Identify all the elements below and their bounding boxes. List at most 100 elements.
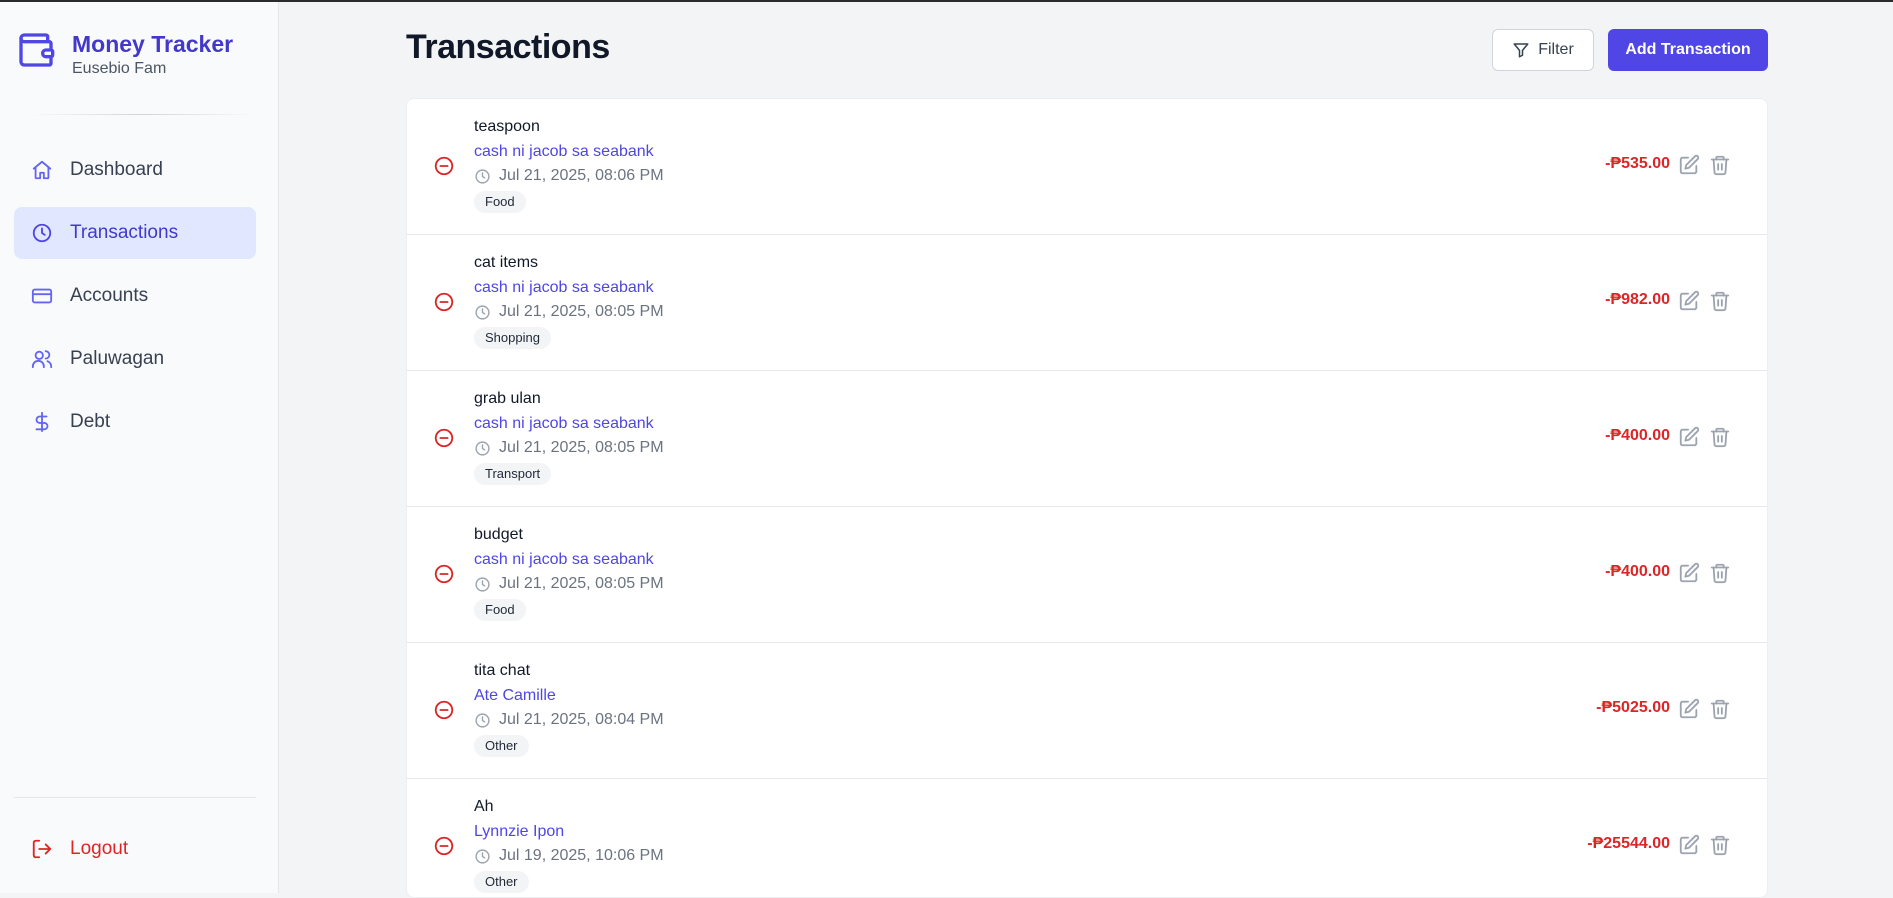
transaction-title: budget <box>474 526 523 543</box>
edit-icon[interactable] <box>1678 426 1700 448</box>
transaction-account: cash ni jacob sa seabank <box>474 279 654 296</box>
clock-icon <box>474 712 491 729</box>
clock-icon <box>31 222 53 244</box>
category-badge: Transport <box>474 463 552 485</box>
transaction-account: cash ni jacob sa seabank <box>474 551 654 568</box>
transaction-row[interactable]: tita chat Ate Camille Jul 21, 2025, 08:0… <box>407 643 1767 779</box>
sidebar-item-dashboard[interactable]: Dashboard <box>14 144 256 196</box>
trash-icon[interactable] <box>1709 290 1731 312</box>
transaction-title: teaspoon <box>474 118 540 135</box>
sidebar-item-transactions[interactable]: Transactions <box>14 207 256 259</box>
transaction-info: grab ulan cash ni jacob sa seabank Jul 2… <box>474 389 664 485</box>
category-badge: Other <box>474 871 529 893</box>
transaction-amount: -₱400.00 <box>1605 563 1670 580</box>
filter-button[interactable]: Filter <box>1492 29 1594 71</box>
transaction-date-text: Jul 21, 2025, 08:05 PM <box>499 575 664 592</box>
window-top-border <box>0 0 1893 2</box>
sidebar-item-accounts[interactable]: Accounts <box>14 270 256 322</box>
transaction-title: Ah <box>474 798 494 815</box>
filter-icon <box>1512 41 1530 59</box>
transaction-row[interactable]: budget cash ni jacob sa seabank Jul 21, … <box>407 507 1767 643</box>
workspace-name: Eusebio Fam <box>72 60 167 77</box>
transaction-amount: -₱25544.00 <box>1587 835 1670 852</box>
transaction-amount: -₱400.00 <box>1605 427 1670 444</box>
transaction-row[interactable]: Ah Lynnzie Ipon Jul 19, 2025, 10:06 PM O… <box>407 779 1767 897</box>
logout-label: Logout <box>70 838 129 859</box>
transaction-date: Jul 21, 2025, 08:04 PM <box>474 710 664 730</box>
sidebar-divider <box>14 797 256 798</box>
sidebar-item-paluwagan[interactable]: Paluwagan <box>14 333 256 385</box>
transaction-date: Jul 19, 2025, 10:06 PM <box>474 846 664 866</box>
transaction-row[interactable]: teaspoon cash ni jacob sa seabank Jul 21… <box>407 99 1767 235</box>
transaction-date-text: Jul 19, 2025, 10:06 PM <box>499 847 664 864</box>
transaction-title: tita chat <box>474 662 531 679</box>
sidebar-item-label: Dashboard <box>70 159 163 180</box>
trash-icon[interactable] <box>1709 834 1731 856</box>
edit-icon[interactable] <box>1678 698 1700 720</box>
logout-button[interactable]: Logout <box>31 838 128 860</box>
sidebar-item-label: Accounts <box>70 285 149 306</box>
transaction-date-text: Jul 21, 2025, 08:06 PM <box>499 167 664 184</box>
transaction-info: tita chat Ate Camille Jul 21, 2025, 08:0… <box>474 661 664 757</box>
users-icon <box>31 348 53 370</box>
trash-icon[interactable] <box>1709 562 1731 584</box>
expense-minus-icon <box>433 291 455 313</box>
clock-icon <box>474 168 491 185</box>
clock-icon <box>474 304 491 321</box>
category-badge: Shopping <box>474 327 551 349</box>
sidebar-item-label: Debt <box>70 411 111 432</box>
app-title: Money Tracker <box>72 31 234 57</box>
transaction-account: Lynnzie Ipon <box>474 823 565 840</box>
sidebar-item-label: Transactions <box>70 222 179 243</box>
transaction-date: Jul 21, 2025, 08:05 PM <box>474 574 664 594</box>
expense-minus-icon <box>433 563 455 585</box>
transaction-info: Ah Lynnzie Ipon Jul 19, 2025, 10:06 PM O… <box>474 797 664 893</box>
edit-icon[interactable] <box>1678 290 1700 312</box>
transaction-date: Jul 21, 2025, 08:05 PM <box>474 302 664 322</box>
clock-icon <box>474 440 491 457</box>
category-badge: Food <box>474 191 526 213</box>
add-transaction-button[interactable]: Add Transaction <box>1608 29 1768 71</box>
transaction-row[interactable]: cat items cash ni jacob sa seabank Jul 2… <box>407 235 1767 371</box>
home-icon <box>31 159 53 181</box>
edit-icon[interactable] <box>1678 834 1700 856</box>
edit-icon[interactable] <box>1678 154 1700 176</box>
transaction-date: Jul 21, 2025, 08:06 PM <box>474 166 664 186</box>
sidebar-item-debt[interactable]: Debt <box>14 396 256 448</box>
trash-icon[interactable] <box>1709 154 1731 176</box>
transaction-row[interactable]: grab ulan cash ni jacob sa seabank Jul 2… <box>407 371 1767 507</box>
transaction-info: cat items cash ni jacob sa seabank Jul 2… <box>474 253 664 349</box>
category-badge: Other <box>474 735 529 757</box>
expense-minus-icon <box>433 155 455 177</box>
edit-icon[interactable] <box>1678 562 1700 584</box>
transaction-info: budget cash ni jacob sa seabank Jul 21, … <box>474 525 664 621</box>
category-badge: Food <box>474 599 526 621</box>
transaction-date-text: Jul 21, 2025, 08:04 PM <box>499 711 664 728</box>
transaction-title: grab ulan <box>474 390 541 407</box>
clock-icon <box>474 576 491 593</box>
wallet-icon <box>16 30 56 70</box>
page-title: Transactions <box>406 28 610 66</box>
trash-icon[interactable] <box>1709 426 1731 448</box>
transaction-account: cash ni jacob sa seabank <box>474 415 654 432</box>
credit-card-icon <box>31 285 53 307</box>
transaction-title: cat items <box>474 254 539 271</box>
sidebar-item-label: Paluwagan <box>70 348 165 369</box>
brand-divider <box>30 114 255 115</box>
sidebar-nav: Dashboard Transactions Accounts Paluwaga… <box>14 144 256 459</box>
filter-label: Filter <box>1538 41 1574 58</box>
transaction-date-text: Jul 21, 2025, 08:05 PM <box>499 439 664 456</box>
trash-icon[interactable] <box>1709 698 1731 720</box>
brand: Money Tracker Eusebio Fam <box>16 30 233 78</box>
sidebar: Money Tracker Eusebio Fam Dashboard Tran… <box>0 2 279 893</box>
expense-minus-icon <box>433 699 455 721</box>
transaction-amount: -₱5025.00 <box>1596 699 1670 716</box>
transaction-info: teaspoon cash ni jacob sa seabank Jul 21… <box>474 117 664 213</box>
transaction-list: teaspoon cash ni jacob sa seabank Jul 21… <box>406 98 1768 898</box>
clock-icon <box>474 848 491 865</box>
transaction-account: cash ni jacob sa seabank <box>474 143 654 160</box>
transaction-amount: -₱535.00 <box>1605 155 1670 172</box>
transaction-amount: -₱982.00 <box>1605 291 1670 308</box>
transaction-account: Ate Camille <box>474 687 556 704</box>
expense-minus-icon <box>433 835 455 857</box>
